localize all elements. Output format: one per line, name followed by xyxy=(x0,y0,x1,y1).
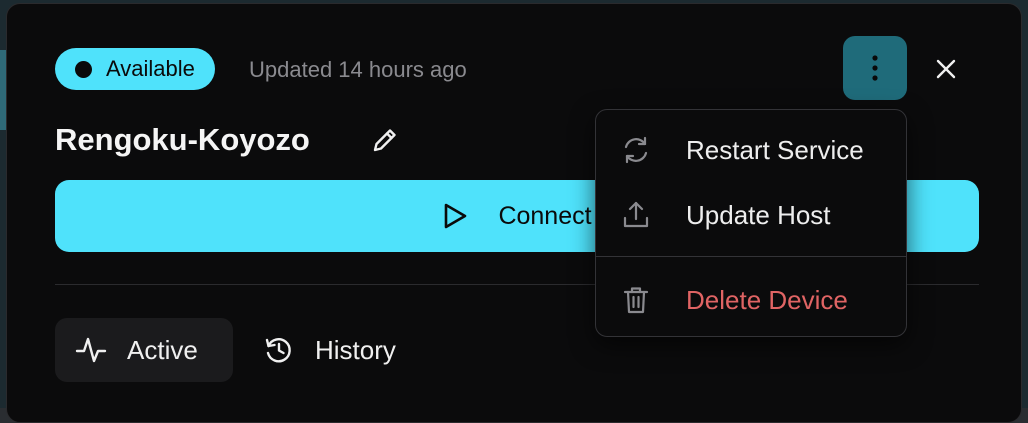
more-options-button[interactable] xyxy=(843,36,907,100)
status-label: Available xyxy=(106,56,195,81)
menu-item-label: Restart Service xyxy=(686,134,864,165)
play-icon xyxy=(442,202,468,230)
tab-history-label: History xyxy=(315,334,396,365)
status-dot-icon xyxy=(75,60,92,78)
tab-history[interactable]: History xyxy=(243,318,416,382)
close-icon xyxy=(935,58,957,80)
menu-item-delete-device[interactable]: Delete Device xyxy=(596,270,906,330)
edit-name-button[interactable] xyxy=(367,122,403,158)
upload-icon xyxy=(620,199,652,231)
activity-icon xyxy=(75,335,107,365)
tab-active[interactable]: Active xyxy=(55,318,233,382)
history-icon xyxy=(263,334,295,366)
menu-item-restart-service[interactable]: Restart Service xyxy=(596,120,906,180)
menu-item-label: Update Host xyxy=(686,199,831,230)
connect-label: Connect xyxy=(498,201,592,230)
trash-icon xyxy=(620,284,652,316)
menu-item-label: Delete Device xyxy=(686,284,848,315)
menu-item-update-host[interactable]: Update Host xyxy=(596,185,906,245)
device-panel: Available Updated 14 hours ago Rengoku-K… xyxy=(6,3,1022,423)
status-badge: Available xyxy=(55,48,215,90)
refresh-icon xyxy=(620,134,652,166)
tab-active-label: Active xyxy=(127,334,198,365)
more-options-menu: Restart Service Update Host Delete Devic… xyxy=(595,109,907,337)
menu-divider xyxy=(596,256,906,257)
more-vertical-icon xyxy=(871,54,879,82)
close-button[interactable] xyxy=(925,48,967,90)
updated-timestamp: Updated 14 hours ago xyxy=(249,57,467,82)
pencil-icon xyxy=(370,125,400,155)
device-name: Rengoku-Koyozo xyxy=(55,122,310,157)
